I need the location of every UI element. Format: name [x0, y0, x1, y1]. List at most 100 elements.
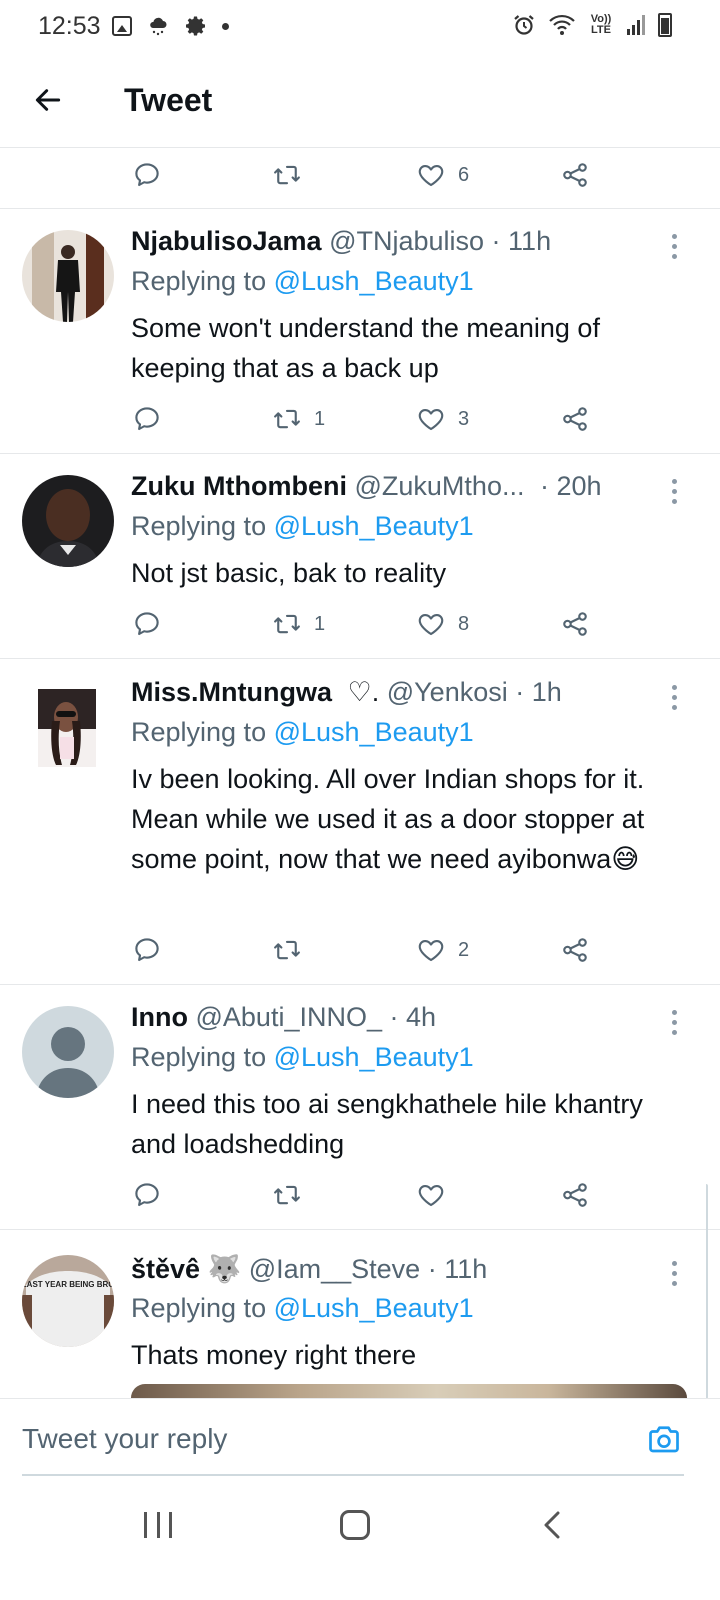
like-button[interactable]: 3 — [416, 399, 469, 439]
heart-icon — [416, 609, 446, 639]
recent-apps-button[interactable] — [144, 1512, 172, 1538]
divider — [0, 658, 720, 659]
avatar[interactable] — [22, 1006, 114, 1098]
status-time: 12:53 — [38, 12, 101, 40]
system-nav-bar — [0, 1478, 720, 1600]
retweet-button[interactable] — [272, 1175, 314, 1215]
avatar[interactable] — [22, 230, 114, 322]
more-options-icon[interactable] — [670, 685, 678, 710]
share-icon — [560, 404, 590, 434]
status-bar: 12:53 Vo)) LTE — [0, 0, 720, 52]
share-button[interactable] — [560, 155, 590, 195]
reply-button[interactable] — [132, 1175, 162, 1215]
settings-gear-icon — [186, 16, 205, 36]
mention-link[interactable]: @Lush_Beauty1 — [274, 1293, 474, 1323]
share-button[interactable] — [560, 930, 590, 970]
share-icon — [560, 935, 590, 965]
reply-button[interactable] — [132, 155, 174, 195]
reply-icon — [132, 609, 162, 639]
tweet-text: Not jst basic, bak to reality — [131, 558, 447, 588]
share-button[interactable] — [560, 1175, 590, 1215]
system-back-button[interactable] — [542, 1510, 562, 1540]
handle: @ZukuMtho... — [354, 471, 525, 501]
heart-icon — [416, 1180, 446, 1210]
reply-button[interactable] — [132, 930, 162, 970]
retweet-icon — [272, 935, 302, 965]
share-icon — [560, 609, 590, 639]
like-count: 8 — [458, 612, 470, 635]
retweet-icon — [272, 404, 302, 434]
tweet-actions — [130, 1175, 610, 1215]
more-options-icon[interactable] — [670, 1010, 678, 1035]
weather-icon — [150, 17, 167, 36]
display-name[interactable]: štěvê 🐺 — [131, 1254, 241, 1284]
like-button[interactable]: 8 — [416, 604, 469, 644]
mention-link[interactable]: @Lush_Beauty1 — [274, 717, 474, 747]
like-button[interactable]: 2 — [416, 930, 469, 970]
page-title: Tweet — [124, 82, 213, 118]
alarm-icon — [514, 15, 534, 35]
more-options-icon[interactable] — [670, 1261, 678, 1286]
home-button[interactable] — [340, 1510, 370, 1540]
tweet-text: Iv been looking. All over Indian shops f… — [131, 764, 645, 874]
retweet-icon — [272, 160, 302, 190]
camera-icon[interactable] — [646, 1421, 682, 1457]
like-button[interactable] — [416, 1175, 458, 1215]
tweet-text: I need this too ai sengkhathele hile kha… — [131, 1089, 643, 1159]
reply-icon — [132, 1180, 162, 1210]
heart-icon — [416, 935, 446, 965]
heart-icon — [416, 160, 446, 190]
mention-link[interactable]: @Lush_Beauty1 — [274, 1042, 474, 1072]
share-button[interactable] — [560, 604, 590, 644]
like-button[interactable]: 6 — [416, 155, 469, 195]
display-name[interactable]: NjabulisoJama — [131, 226, 322, 256]
retweet-button[interactable] — [272, 155, 314, 195]
reply-icon — [132, 935, 162, 965]
share-icon — [560, 160, 590, 190]
back-button[interactable] — [28, 80, 68, 120]
avatar[interactable] — [22, 681, 114, 773]
notification-dot-icon — [222, 22, 229, 30]
retweet-button[interactable] — [272, 930, 314, 970]
share-button[interactable] — [560, 399, 590, 439]
replying-to: Replying to @Lush_Beauty1 — [131, 1042, 474, 1072]
replying-to: Replying to @Lush_Beauty1 — [131, 266, 474, 296]
tweet-actions: 1 8 — [130, 604, 610, 644]
handle-time: @TNjabuliso · 11h — [329, 226, 552, 256]
display-name[interactable]: Miss.Mntungwa — [131, 677, 332, 707]
tweet-text: Thats money right there — [131, 1340, 417, 1370]
scrollbar[interactable] — [704, 1184, 708, 1399]
mention-link[interactable]: @Lush_Beauty1 — [274, 511, 474, 541]
handle-time: @Yenkosi · 1h — [386, 677, 562, 707]
mention-link[interactable]: @Lush_Beauty1 — [274, 266, 474, 296]
retweet-button[interactable]: 1 — [272, 399, 325, 439]
reply-button[interactable] — [132, 604, 162, 644]
replying-to: Replying to @Lush_Beauty1 — [131, 1293, 474, 1323]
tweet-actions: 2 — [130, 930, 610, 970]
reply-button[interactable] — [132, 399, 162, 439]
replying-to: Replying to @Lush_Beauty1 — [131, 511, 474, 541]
top-app-bar: Tweet — [0, 52, 720, 148]
reply-composer: Tweet your reply — [0, 1398, 720, 1478]
time: · 20h — [532, 471, 602, 501]
reply-input[interactable]: Tweet your reply — [22, 1423, 227, 1455]
back-arrow-icon — [35, 89, 61, 111]
gallery-icon — [112, 16, 132, 36]
divider — [0, 453, 720, 454]
retweet-button[interactable]: 1 — [272, 604, 325, 644]
avatar[interactable] — [22, 475, 114, 567]
avatar[interactable]: MY LAST YEAR BEING BROKE! — [22, 1255, 114, 1347]
signal-icon — [627, 15, 645, 35]
more-options-icon[interactable] — [670, 479, 678, 504]
main-tweet-actions: 6 — [130, 155, 610, 195]
like-count: 2 — [458, 938, 470, 961]
wifi-icon — [549, 14, 575, 35]
retweet-icon — [272, 1180, 302, 1210]
display-name[interactable]: Inno — [131, 1002, 188, 1032]
handle-time: @Abuti_INNO_ · 4h — [195, 1002, 437, 1032]
display-name[interactable]: Zuku Mthombeni — [131, 471, 347, 501]
heart-icon — [416, 404, 446, 434]
avatar-shirt-text: MY LAST YEAR BEING BROKE! — [22, 1280, 114, 1289]
like-count: 6 — [458, 163, 470, 186]
more-options-icon[interactable] — [670, 234, 678, 259]
